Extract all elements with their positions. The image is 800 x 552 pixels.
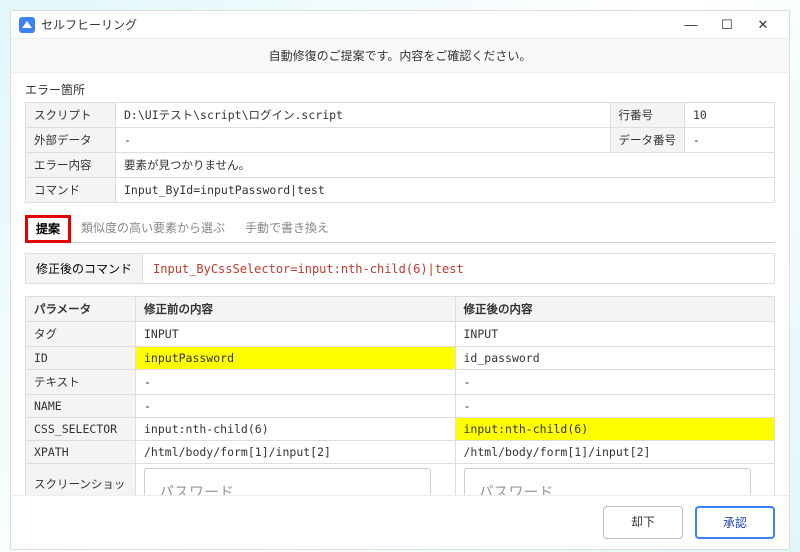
line-label: 行番号: [610, 103, 685, 128]
col-param: パラメータ: [26, 297, 136, 322]
command-value: Input_ById=inputPassword|test: [116, 178, 775, 203]
table-row: パラメータ 修正前の内容 修正後の内容: [26, 297, 775, 322]
screenshot-after-box: パスワード: [464, 468, 751, 495]
minimize-button[interactable]: —: [673, 14, 709, 36]
table-row: スクリプト D:\UIテスト\script\ログイン.script 行番号 10: [26, 103, 775, 128]
extdata-value: -: [116, 128, 611, 153]
tab-similar[interactable]: 類似度の高い要素から選ぶ: [71, 215, 235, 242]
param-before: inputPassword: [136, 347, 456, 370]
tab-bar: 提案 類似度の高い要素から選ぶ 手動で書き換え: [25, 215, 775, 243]
table-row: タグ INPUT INPUT: [26, 322, 775, 347]
extdata-label: 外部データ: [26, 128, 116, 153]
datano-value: -: [685, 128, 775, 153]
script-value: D:\UIテスト\script\ログイン.script: [116, 103, 611, 128]
col-after: 修正後の内容: [455, 297, 775, 322]
param-after: id_password: [455, 347, 775, 370]
error-section-label: エラー箇所: [25, 81, 775, 98]
accept-button[interactable]: 承認: [695, 506, 775, 539]
error-value: 要素が見つかりません。: [116, 153, 775, 178]
fixed-command-label: 修正後のコマンド: [26, 254, 143, 283]
titlebar: セルフヒーリング — ☐ ✕: [11, 11, 789, 39]
window-title: セルフヒーリング: [41, 16, 673, 33]
script-label: スクリプト: [26, 103, 116, 128]
param-after: /html/body/form[1]/input[2]: [455, 441, 775, 464]
self-healing-window: セルフヒーリング — ☐ ✕ 自動修復のご提案です。内容をご確認ください。 エラ…: [10, 10, 790, 550]
param-name: テキスト: [26, 370, 136, 395]
param-before: input:nth-child(6): [136, 418, 456, 441]
screenshot-before-cell: パスワード: [136, 464, 456, 496]
table-row: コマンド Input_ById=inputPassword|test: [26, 178, 775, 203]
table-row: テキスト - -: [26, 370, 775, 395]
error-label: エラー内容: [26, 153, 116, 178]
info-banner: 自動修復のご提案です。内容をご確認ください。: [11, 39, 789, 73]
screenshot-label: スクリーンショット: [26, 464, 136, 496]
param-before: -: [136, 395, 456, 418]
param-name: XPATH: [26, 441, 136, 464]
table-row: XPATH /html/body/form[1]/input[2] /html/…: [26, 441, 775, 464]
window-controls: — ☐ ✕: [673, 14, 781, 36]
datano-label: データ番号: [610, 128, 685, 153]
col-before: 修正前の内容: [136, 297, 456, 322]
reject-button[interactable]: 却下: [603, 506, 683, 539]
table-row: エラー内容 要素が見つかりません。: [26, 153, 775, 178]
param-before: -: [136, 370, 456, 395]
tab-proposal[interactable]: 提案: [25, 215, 71, 243]
param-before: INPUT: [136, 322, 456, 347]
param-name: CSS_SELECTOR: [26, 418, 136, 441]
table-row: スクリーンショット パスワード パスワード: [26, 464, 775, 496]
param-after: input:nth-child(6): [455, 418, 775, 441]
close-button[interactable]: ✕: [745, 14, 781, 36]
fixed-command-row: 修正後のコマンド Input_ByCssSelector=input:nth-c…: [25, 253, 775, 284]
line-value: 10: [685, 103, 775, 128]
param-before: /html/body/form[1]/input[2]: [136, 441, 456, 464]
param-after: -: [455, 395, 775, 418]
screenshot-before-box: パスワード: [144, 468, 431, 495]
param-name: NAME: [26, 395, 136, 418]
params-table: パラメータ 修正前の内容 修正後の内容 タグ INPUT INPUT ID in…: [25, 296, 775, 495]
app-icon: [19, 17, 35, 33]
content-area: エラー箇所 スクリプト D:\UIテスト\script\ログイン.script …: [11, 73, 789, 495]
screenshot-after-cell: パスワード: [455, 464, 775, 496]
table-row: ID inputPassword id_password: [26, 347, 775, 370]
fixed-command-value: Input_ByCssSelector=input:nth-child(6)|t…: [143, 256, 474, 282]
maximize-button[interactable]: ☐: [709, 14, 745, 36]
table-row: CSS_SELECTOR input:nth-child(6) input:nt…: [26, 418, 775, 441]
param-after: INPUT: [455, 322, 775, 347]
error-info-table: スクリプト D:\UIテスト\script\ログイン.script 行番号 10…: [25, 102, 775, 203]
table-row: 外部データ - データ番号 -: [26, 128, 775, 153]
command-label: コマンド: [26, 178, 116, 203]
tab-manual[interactable]: 手動で書き換え: [235, 215, 339, 242]
param-name: タグ: [26, 322, 136, 347]
footer: 却下 承認: [11, 495, 789, 549]
param-name: ID: [26, 347, 136, 370]
table-row: NAME - -: [26, 395, 775, 418]
param-after: -: [455, 370, 775, 395]
